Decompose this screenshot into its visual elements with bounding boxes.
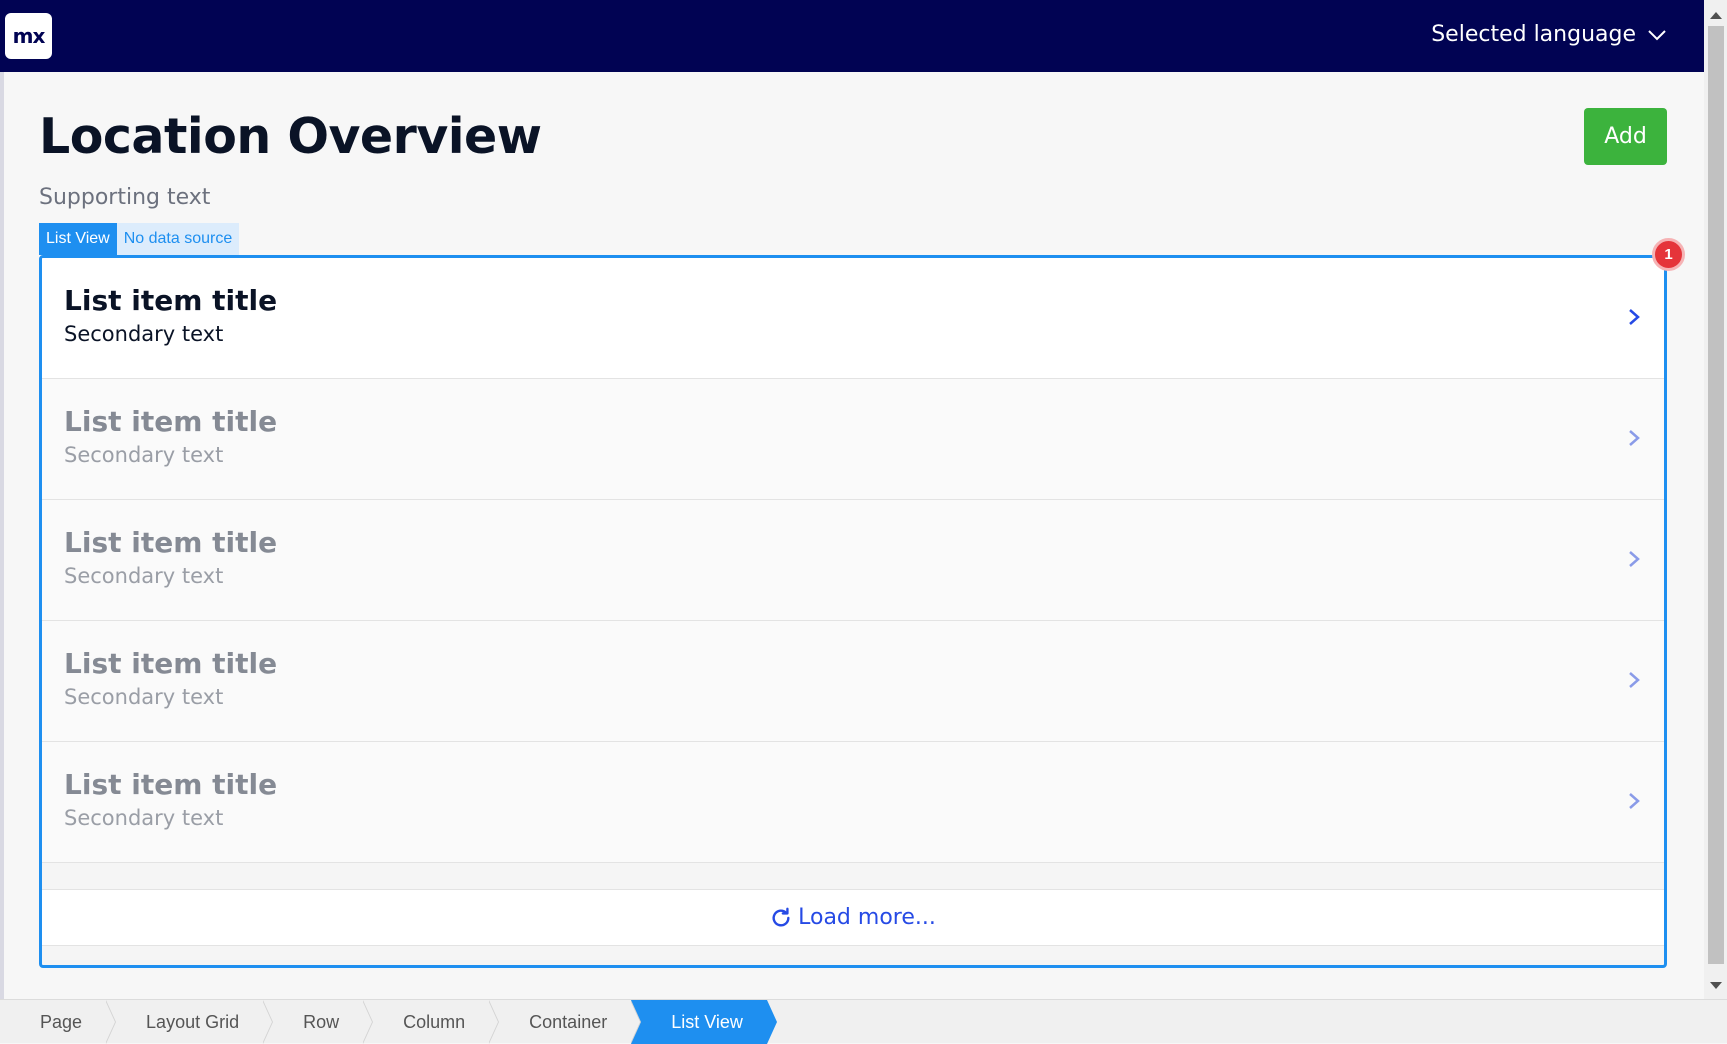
top-navigation-bar: mx Selected language (0, 0, 1704, 72)
load-more-button[interactable]: Load more... (42, 889, 1664, 946)
list-item-subtitle: Secondary text (64, 685, 224, 709)
chevron-down-icon (1648, 29, 1666, 40)
supporting-text: Supporting text (39, 185, 211, 210)
breadcrumb-item-row[interactable]: Row (263, 1000, 374, 1044)
breadcrumb-item-layout-grid[interactable]: Layout Grid (106, 1000, 274, 1044)
breadcrumb-item-container[interactable]: Container (489, 1000, 642, 1044)
widget-tag[interactable]: List View No data source (39, 223, 240, 255)
left-edge-strip (0, 72, 4, 999)
list-item[interactable]: List item title Secondary text (42, 500, 1664, 621)
list-item-subtitle: Secondary text (64, 322, 224, 346)
chevron-right-icon (1629, 309, 1640, 325)
list-item-title: List item title (64, 284, 278, 317)
scrollbar-thumb[interactable] (1708, 26, 1724, 964)
widget-name-label: List View (39, 223, 117, 255)
refresh-icon (772, 907, 790, 927)
breadcrumb: Page Layout Grid Row Column Container Li… (0, 999, 1727, 1044)
list-item-title: List item title (64, 405, 278, 438)
list-item-title: List item title (64, 647, 278, 680)
scroll-down-arrow-icon[interactable] (1710, 982, 1722, 989)
language-label: Selected language (1431, 22, 1636, 47)
widget-source-label: No data source (116, 223, 240, 255)
vertical-scrollbar[interactable] (1704, 0, 1727, 999)
chevron-right-icon (1629, 430, 1640, 446)
list-item-subtitle: Secondary text (64, 806, 224, 830)
load-more-label: Load more... (798, 905, 936, 930)
list-item-subtitle: Secondary text (64, 443, 224, 467)
mendix-logo[interactable]: mx (5, 13, 52, 59)
list-view[interactable]: List item title Secondary text List item… (39, 255, 1667, 968)
breadcrumb-item-column[interactable]: Column (363, 1000, 500, 1044)
chevron-right-icon (1629, 551, 1640, 567)
add-button[interactable]: Add (1584, 108, 1667, 165)
page-title: Location Overview (39, 108, 542, 165)
breadcrumb-item-page[interactable]: Page (0, 1000, 117, 1044)
error-count-badge[interactable]: 1 (1652, 238, 1685, 271)
breadcrumb-item-list-view[interactable]: List View (631, 1000, 777, 1044)
chevron-right-icon (1629, 672, 1640, 688)
list-item[interactable]: List item title Secondary text (42, 258, 1664, 379)
list-item-title: List item title (64, 768, 278, 801)
scroll-up-arrow-icon[interactable] (1710, 12, 1722, 19)
list-item[interactable]: List item title Secondary text (42, 621, 1664, 742)
language-selector[interactable]: Selected language (1431, 22, 1666, 47)
list-item[interactable]: List item title Secondary text (42, 379, 1664, 500)
chevron-right-icon (1629, 793, 1640, 809)
list-item-subtitle: Secondary text (64, 564, 224, 588)
list-item-title: List item title (64, 526, 278, 559)
list-item[interactable]: List item title Secondary text (42, 742, 1664, 863)
